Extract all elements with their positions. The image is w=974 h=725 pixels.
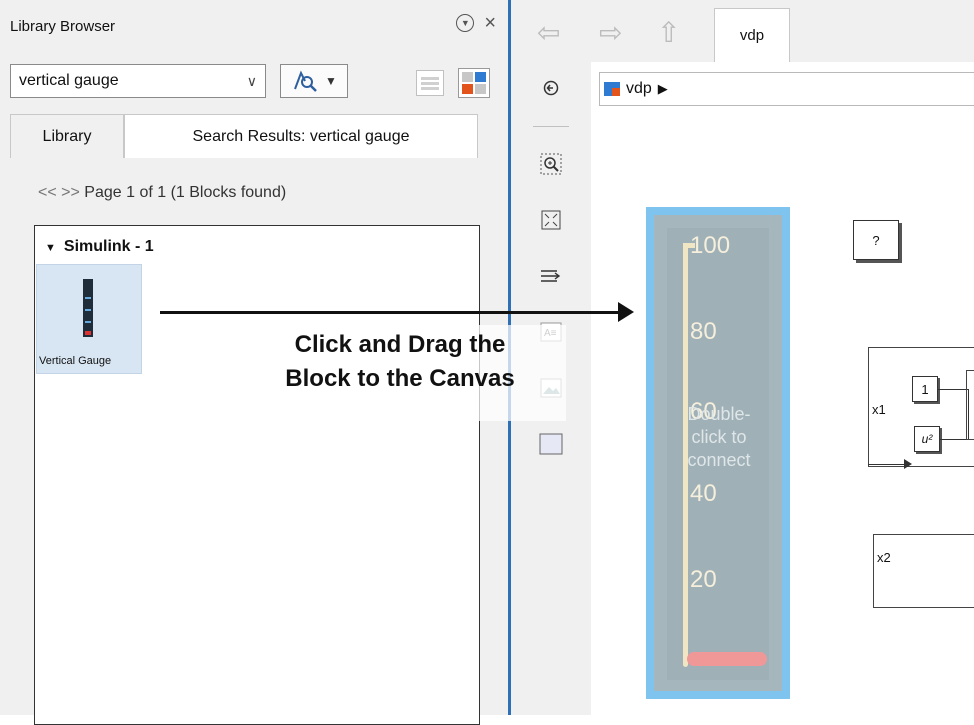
caret-down-icon[interactable]: ▼	[325, 74, 337, 88]
drag-instruction: Click and Drag the Block to the Canvas	[230, 328, 570, 396]
library-browser-title: Library Browser	[10, 18, 116, 35]
search-button[interactable]: ▼	[280, 64, 348, 98]
unknown-block[interactable]: ?	[853, 220, 899, 260]
hint-line: click to	[691, 427, 747, 447]
drag-instruction-line: Block to the Canvas	[285, 365, 515, 392]
close-icon[interactable]: ×	[484, 13, 496, 33]
tab-vdp[interactable]: vdp	[714, 8, 790, 62]
search-icon	[294, 70, 317, 92]
drag-instruction-line: Click and Drag the	[294, 331, 506, 358]
gauge-tick-label: 40	[690, 480, 717, 507]
signal-arrowhead	[904, 459, 912, 469]
up-arrow-icon[interactable]: ⇧	[657, 19, 680, 47]
route-lines-icon[interactable]	[539, 264, 563, 288]
gauge-tick-label: 80	[690, 318, 717, 345]
gauge-level-indicator	[687, 652, 767, 666]
tab-search-results[interactable]: Search Results: vertical gauge	[124, 114, 478, 158]
toolstrip-separator	[533, 126, 569, 127]
pager-arrows[interactable]: << >>	[38, 184, 80, 201]
square-function-block[interactable]: u²	[914, 426, 940, 452]
back-arrow-icon[interactable]: ⇦	[537, 19, 560, 47]
list-view-icon[interactable]	[416, 70, 444, 96]
chevron-down-icon[interactable]: ∨	[247, 73, 257, 90]
pager: << >> Page 1 of 1 (1 Blocks found)	[38, 184, 286, 202]
signal-line	[868, 464, 908, 465]
collapse-icon[interactable]: ▼	[45, 242, 56, 254]
partial-block	[966, 370, 974, 440]
pager-text: Page 1 of 1 (1 Blocks found)	[84, 184, 287, 201]
gauge-connect-hint: Double- click to connect	[664, 403, 774, 472]
breadcrumb[interactable]: vdp ▶	[599, 72, 974, 106]
search-row: vertical gauge ∨ ▼	[10, 64, 348, 98]
vertical-gauge-block-tile[interactable]: Vertical Gauge	[36, 264, 142, 374]
search-combobox[interactable]: vertical gauge ∨	[10, 64, 266, 98]
gauge-tick-label: 100	[690, 232, 731, 259]
gauge-tick-label: 20	[690, 566, 717, 593]
breadcrumb-chevron-icon[interactable]: ▶	[658, 81, 668, 97]
tab-library[interactable]: Library	[10, 114, 124, 158]
breadcrumb-model[interactable]: vdp	[626, 80, 652, 98]
x2-label: x2	[877, 550, 891, 565]
navigation-bar: ⇦ ⇨ ⇧ vdp	[511, 0, 974, 63]
hint-line: Double-	[687, 404, 751, 424]
forward-arrow-icon[interactable]: ⇨	[599, 19, 622, 47]
drag-arrow-head	[618, 302, 634, 322]
search-results-list: ▼ Simulink - 1 Vertical Gauge	[34, 225, 480, 725]
search-input[interactable]: vertical gauge	[19, 72, 119, 90]
block-label: Vertical Gauge	[39, 355, 112, 367]
address-bar: vdp ▶	[591, 62, 974, 115]
result-group-label: Simulink - 1	[63, 238, 154, 255]
model-icon	[604, 82, 620, 96]
panel-menu-icon[interactable]: ▼	[456, 14, 475, 32]
x1-label: x1	[872, 402, 886, 417]
constant-block[interactable]: 1	[912, 376, 938, 402]
hint-line: connect	[687, 450, 751, 470]
library-tabs: Library Search Results: vertical gauge	[10, 114, 498, 158]
result-group-header[interactable]: ▼ Simulink - 1	[45, 238, 154, 256]
area-icon[interactable]	[539, 432, 563, 456]
panel-controls: ▼ ×	[456, 13, 496, 33]
fit-to-view-icon[interactable]	[539, 208, 563, 232]
x2-subsystem-frame	[873, 534, 974, 608]
zoom-in-icon[interactable]	[539, 152, 563, 176]
hide-explorer-icon[interactable]	[539, 76, 563, 100]
signal-line	[938, 389, 968, 390]
vertical-gauge-icon	[83, 279, 93, 337]
icon-view-icon[interactable]	[458, 68, 490, 98]
drag-arrow-line	[160, 311, 622, 314]
